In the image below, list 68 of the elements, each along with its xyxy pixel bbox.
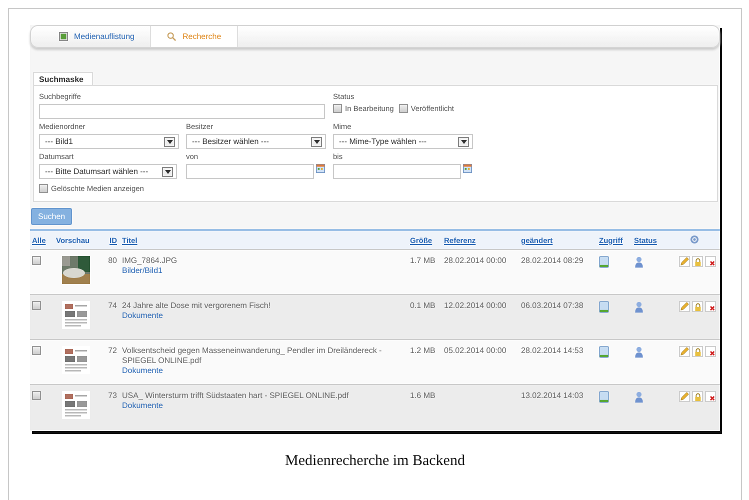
- dropdown[interactable]: --- Bild1: [39, 134, 179, 149]
- lock-icon[interactable]: [692, 301, 703, 312]
- delete-icon[interactable]: [705, 346, 716, 357]
- date-field[interactable]: [333, 164, 461, 179]
- id-cell: 72: [108, 346, 117, 355]
- checkbox[interactable]: [333, 104, 342, 113]
- media-title: USA_ Wintersturm trifft Südstaaten hart - SPIEGEL ONLINE.pdf: [122, 391, 349, 400]
- keyword-field[interactable]: [39, 104, 325, 119]
- modified-date: 13.02.2014 14:03: [521, 391, 584, 400]
- document-icon[interactable]: [599, 346, 609, 358]
- media-title: 24 Jahre alte Dose mit vergorenem Fisch!: [122, 301, 271, 310]
- size-cell: 1.6 MB: [410, 391, 436, 400]
- row-checkbox[interactable]: [32, 346, 41, 355]
- lock-icon[interactable]: [692, 256, 703, 267]
- delete-icon[interactable]: [705, 391, 716, 402]
- calendar-icon[interactable]: [316, 164, 325, 173]
- lock-icon[interactable]: [692, 346, 703, 357]
- magnifier-icon: [167, 32, 176, 41]
- folder-link[interactable]: Bilder/Bild1: [122, 266, 162, 275]
- caret-icon[interactable]: [162, 166, 173, 176]
- size-cell: 1.2 MB: [410, 346, 436, 355]
- pencil-icon[interactable]: [679, 301, 690, 312]
- media-title: Volksentscheid gegen Masseneinwanderung_ Pendler im Dreiländereck - SPIEGEL ONLINE.pdf: [122, 346, 382, 365]
- row-checkbox[interactable]: [32, 256, 41, 265]
- media-title: IMG_7864.JPG: [122, 256, 178, 265]
- dropdown[interactable]: --- Besitzer wählen ---: [186, 134, 326, 149]
- folder-link[interactable]: Dokumente: [122, 366, 163, 375]
- row-checkbox[interactable]: [32, 391, 41, 400]
- size-cell: 1.7 MB: [410, 256, 436, 265]
- document-icon[interactable]: [599, 391, 609, 403]
- reference-date: 05.02.2014 00:00: [444, 346, 506, 355]
- row-checkbox[interactable]: [32, 301, 41, 310]
- modified-date: 28.02.2014 08:29: [521, 256, 584, 265]
- reference-date: 12.02.2014 00:00: [444, 301, 506, 310]
- calendar-icon[interactable]: [463, 164, 472, 173]
- image-icon: [59, 32, 68, 41]
- tab[interactable]: Recherche: [151, 26, 238, 47]
- pencil-icon[interactable]: [679, 346, 690, 357]
- user-icon[interactable]: [634, 391, 644, 403]
- id-cell: 73: [108, 391, 117, 400]
- checkbox[interactable]: [398, 104, 408, 113]
- reference-date: 28.02.2014 00:00: [444, 256, 506, 265]
- lock-icon[interactable]: [692, 391, 703, 402]
- id-cell: 80: [108, 256, 117, 265]
- dropdown[interactable]: --- Mime-Type wählen ---: [333, 134, 473, 149]
- modified-date: 28.02.2014 14:53: [521, 346, 584, 355]
- user-icon[interactable]: [634, 346, 644, 358]
- dropdown[interactable]: --- Bitte Datumsart wählen ---: [39, 164, 177, 179]
- delete-icon[interactable]: [705, 256, 716, 267]
- delete-icon[interactable]: [705, 301, 716, 312]
- folder-link[interactable]: Dokumente: [122, 401, 163, 410]
- pencil-icon[interactable]: [679, 256, 690, 267]
- folder-link[interactable]: Dokumente: [122, 311, 163, 320]
- document-icon[interactable]: [599, 256, 609, 268]
- document-icon[interactable]: [599, 301, 609, 313]
- modified-date: 06.03.2014 07:38: [521, 301, 584, 310]
- user-icon[interactable]: [634, 301, 644, 313]
- caret-icon[interactable]: [458, 136, 469, 146]
- checkbox[interactable]: [39, 184, 48, 193]
- id-cell: 74: [108, 301, 117, 310]
- date-field[interactable]: [186, 164, 314, 179]
- user-icon[interactable]: [634, 256, 644, 268]
- pencil-icon[interactable]: [679, 391, 690, 402]
- caret-icon[interactable]: [164, 136, 175, 146]
- figure-caption: Medienrecherche im Backend: [284, 452, 466, 470]
- caret-icon[interactable]: [311, 136, 322, 146]
- help-icon[interactable]: [690, 234, 698, 244]
- size-cell: 0.1 MB: [410, 301, 436, 310]
